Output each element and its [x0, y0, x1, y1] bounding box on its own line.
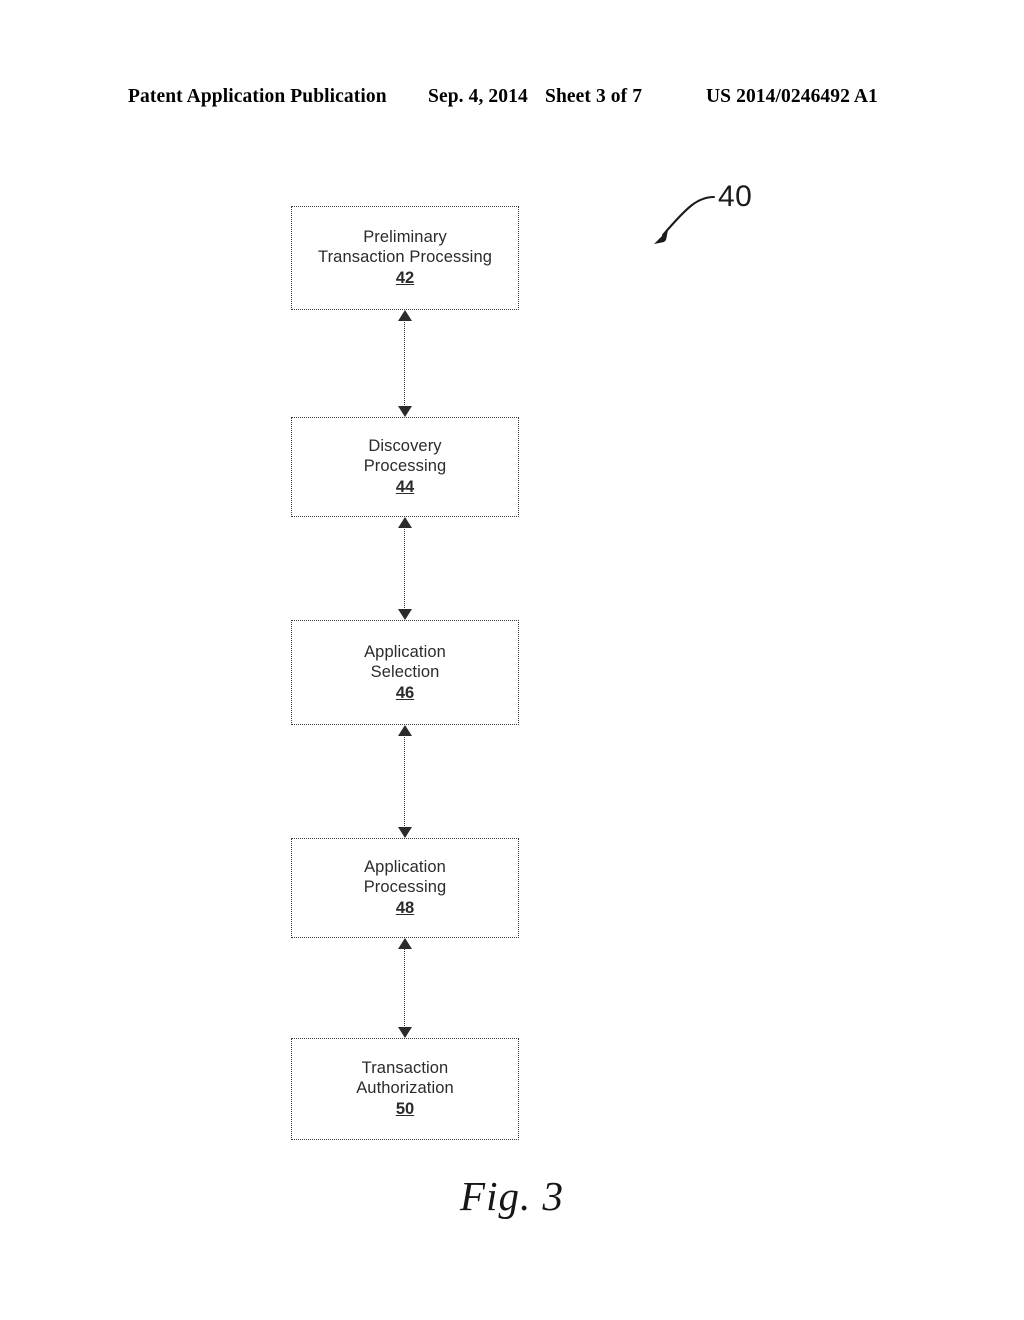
flow-box-reference-number: 46 [395, 683, 415, 702]
connector-46-to-48 [397, 725, 413, 838]
figure-caption: Fig. 3 [0, 1172, 1024, 1220]
flow-box-application-selection: Application Selection 46 [291, 620, 519, 725]
flow-box-line-1: Transaction [361, 1059, 449, 1077]
flow-box-line-1: Application [364, 642, 446, 661]
flow-box-line-1: Preliminary [363, 228, 447, 246]
flow-box-transaction-authorization: Transaction Authorization 50 [291, 1038, 519, 1140]
flow-box-line-2: Transaction Processing [318, 248, 492, 266]
arrowhead-down-icon [398, 1027, 412, 1038]
connector-48-to-50 [397, 938, 413, 1038]
connector-44-to-46 [397, 517, 413, 620]
flow-box-reference-number: 42 [395, 269, 415, 287]
connector-shaft [404, 318, 407, 409]
arrowhead-down-icon [398, 406, 412, 417]
connector-42-to-44 [397, 310, 413, 417]
arrowhead-down-icon [398, 609, 412, 620]
flow-box-discovery-processing: Discovery Processing 44 [291, 417, 519, 517]
flow-box-line-2: Selection [370, 662, 440, 681]
system-reference-number-40: 40 [718, 180, 753, 213]
flow-diagram: Preliminary Transaction Processing 42 Di… [0, 0, 1024, 1320]
flow-box-line-2: Processing [363, 878, 447, 896]
flow-box-reference-number: 50 [395, 1100, 415, 1118]
flow-box-reference-number: 44 [395, 478, 415, 496]
connector-shaft [404, 733, 407, 830]
flow-box-reference-number: 48 [395, 899, 415, 917]
flow-box-line-2: Processing [363, 457, 447, 475]
connector-shaft [404, 946, 407, 1030]
flow-box-line-1: Discovery [368, 437, 442, 455]
flow-box-line-2: Authorization [356, 1079, 454, 1097]
flow-box-application-processing: Application Processing 48 [291, 838, 519, 938]
figure-caption-text: Fig. 3 [460, 1173, 564, 1219]
flow-box-line-1: Application [364, 858, 446, 876]
flow-box-preliminary-transaction-processing: Preliminary Transaction Processing 42 [291, 206, 519, 310]
connector-shaft [404, 525, 407, 612]
arrowhead-down-icon [398, 827, 412, 838]
